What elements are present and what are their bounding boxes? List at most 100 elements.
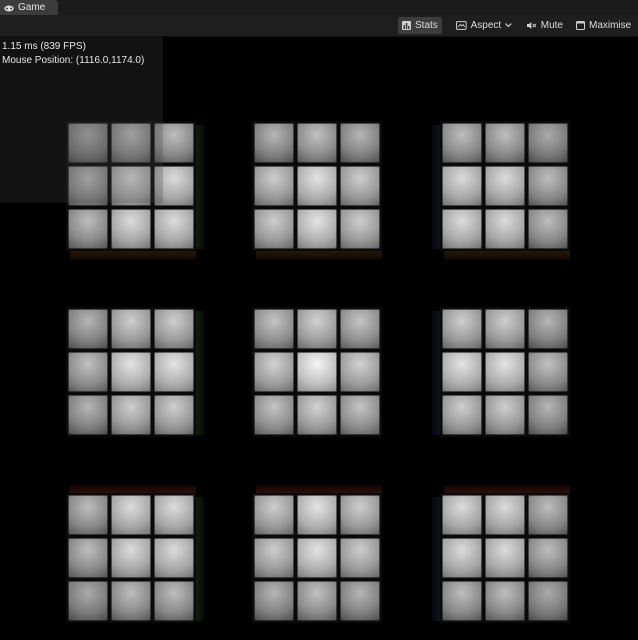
cube-sticker bbox=[485, 352, 525, 392]
cube-sticker bbox=[442, 309, 482, 349]
cube-sticker bbox=[254, 495, 294, 535]
cube-sticker bbox=[154, 209, 194, 249]
cube-sticker bbox=[340, 581, 380, 621]
cube-sticker bbox=[297, 395, 337, 435]
cube-sticker bbox=[485, 538, 525, 578]
cube-front-face bbox=[440, 493, 570, 623]
cube-side-face bbox=[70, 251, 196, 260]
cube-sticker bbox=[111, 495, 151, 535]
cube-side-face bbox=[444, 485, 570, 493]
cube-sticker bbox=[528, 309, 568, 349]
cube-front-face bbox=[252, 493, 382, 623]
cube-front-face bbox=[66, 307, 196, 437]
cube-side-face bbox=[432, 311, 440, 435]
cube-sticker bbox=[442, 395, 482, 435]
aspect-ratio-icon bbox=[456, 21, 467, 30]
cube-sticker bbox=[528, 495, 568, 535]
cube-sticker bbox=[111, 581, 151, 621]
cube-side-face bbox=[432, 125, 440, 249]
maximise-button[interactable]: Maximise bbox=[572, 17, 636, 34]
cube-front-face bbox=[252, 121, 382, 251]
tab-label: Game bbox=[18, 2, 46, 13]
cube-sticker bbox=[340, 352, 380, 392]
tab-strip: Game bbox=[0, 0, 638, 15]
cube-sticker bbox=[254, 352, 294, 392]
cube-sticker bbox=[111, 395, 151, 435]
cube-sticker bbox=[68, 495, 108, 535]
cube-sticker bbox=[340, 495, 380, 535]
stats-overlay: 1.15 ms (839 FPS) Mouse Position: (1116.… bbox=[0, 37, 163, 203]
cube-sticker bbox=[528, 395, 568, 435]
cube-sticker bbox=[485, 495, 525, 535]
cube-side-face bbox=[444, 251, 570, 260]
cube-sticker bbox=[485, 209, 525, 249]
cube-sticker bbox=[111, 352, 151, 392]
cube-sticker bbox=[111, 209, 151, 249]
cube-sticker bbox=[528, 166, 568, 206]
cube-sticker bbox=[340, 123, 380, 163]
chevron-down-icon bbox=[505, 23, 512, 28]
cube-sticker bbox=[442, 538, 482, 578]
cube-sticker bbox=[485, 123, 525, 163]
stats-button[interactable]: Stats bbox=[398, 17, 442, 34]
cube-sticker bbox=[297, 166, 337, 206]
cube-sticker bbox=[340, 166, 380, 206]
rubiks-cube bbox=[66, 485, 206, 640]
rubiks-cube bbox=[432, 307, 580, 457]
cube-sticker bbox=[528, 581, 568, 621]
cube-sticker bbox=[111, 309, 151, 349]
cube-side-face bbox=[432, 497, 440, 621]
rubiks-cube bbox=[432, 485, 580, 640]
cube-sticker bbox=[340, 538, 380, 578]
bar-chart-icon bbox=[402, 21, 411, 30]
cube-sticker bbox=[485, 581, 525, 621]
rubiks-cube bbox=[252, 307, 392, 457]
rubiks-cube bbox=[252, 121, 392, 271]
frame-time-text: 1.15 ms (839 FPS) bbox=[2, 41, 86, 52]
cube-sticker bbox=[254, 309, 294, 349]
cube-front-face bbox=[66, 493, 196, 623]
cube-sticker bbox=[485, 166, 525, 206]
cube-sticker bbox=[485, 395, 525, 435]
tab-game[interactable]: Game bbox=[0, 0, 58, 15]
rubiks-cube bbox=[252, 485, 392, 640]
game-window: Game Stats Aspect Mute Maximise 1.15 ms … bbox=[0, 0, 638, 640]
window-maximise-icon bbox=[576, 21, 585, 30]
cube-sticker bbox=[442, 352, 482, 392]
cube-sticker bbox=[154, 581, 194, 621]
cube-sticker bbox=[442, 166, 482, 206]
cube-sticker bbox=[68, 538, 108, 578]
cube-sticker bbox=[68, 309, 108, 349]
cube-side-face bbox=[196, 311, 204, 435]
cube-front-face bbox=[440, 121, 570, 251]
cube-sticker bbox=[340, 209, 380, 249]
cube-sticker bbox=[297, 538, 337, 578]
cube-sticker bbox=[442, 495, 482, 535]
cube-sticker bbox=[297, 123, 337, 163]
cube-sticker bbox=[154, 309, 194, 349]
cube-sticker bbox=[297, 495, 337, 535]
cube-sticker bbox=[154, 352, 194, 392]
mouse-position-text: Mouse Position: (1116.0,1174.0) bbox=[2, 55, 145, 66]
cube-sticker bbox=[528, 123, 568, 163]
cube-sticker bbox=[442, 209, 482, 249]
cube-sticker bbox=[254, 166, 294, 206]
cube-sticker bbox=[297, 581, 337, 621]
cube-sticker bbox=[111, 538, 151, 578]
maximise-label: Maximise bbox=[589, 20, 632, 31]
cube-sticker bbox=[442, 581, 482, 621]
cube-sticker bbox=[297, 209, 337, 249]
cube-sticker bbox=[254, 123, 294, 163]
gamepad-icon bbox=[4, 3, 14, 13]
cube-sticker bbox=[340, 309, 380, 349]
cube-front-face bbox=[440, 307, 570, 437]
cube-side-face bbox=[256, 251, 382, 260]
cube-sticker bbox=[528, 352, 568, 392]
cube-sticker bbox=[485, 309, 525, 349]
cube-front-face bbox=[252, 307, 382, 437]
cube-sticker bbox=[340, 395, 380, 435]
mute-button[interactable]: Mute bbox=[523, 17, 567, 34]
aspect-dropdown[interactable]: Aspect bbox=[452, 17, 516, 34]
cube-side-face bbox=[196, 497, 204, 621]
cube-sticker bbox=[68, 209, 108, 249]
